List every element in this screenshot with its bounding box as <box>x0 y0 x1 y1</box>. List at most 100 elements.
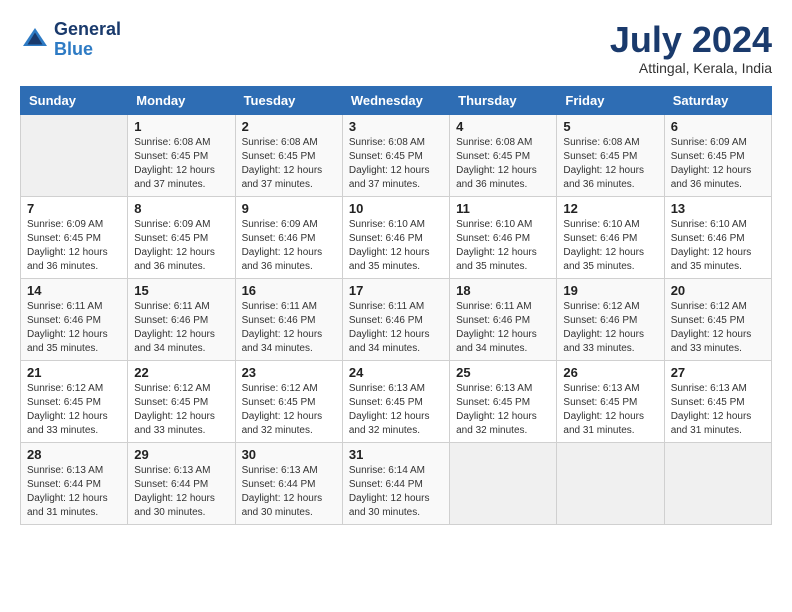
calendar-cell: 29 Sunrise: 6:13 AM Sunset: 6:44 PM Dayli… <box>128 442 235 524</box>
calendar-cell: 28Sunrise: 6:13 AM Sunset: 6:44 PM Dayli… <box>21 442 128 524</box>
day-info: Sunrise: 6:10 AM Sunset: 6:46 PM Dayligh… <box>456 218 550 274</box>
day-number: 17 <box>349 283 443 298</box>
day-number: 14 <box>27 283 121 298</box>
calendar-cell: 30 Sunrise: 6:13 AM Sunset: 6:44 PM Dayli… <box>235 442 342 524</box>
calendar-cell: 26Sunrise: 6:13 AM Sunset: 6:45 PM Dayli… <box>557 360 664 442</box>
day-number: 31 <box>349 447 443 462</box>
calendar-cell <box>664 442 771 524</box>
calendar-cell: 11Sunrise: 6:10 AM Sunset: 6:46 PM Dayli… <box>450 196 557 278</box>
day-info: Sunrise: 6:13 AM Sunset: 6:44 PM Dayligh… <box>134 464 228 520</box>
day-number: 5 <box>563 119 657 134</box>
calendar-cell: 8Sunrise: 6:09 AM Sunset: 6:45 PM Daylig… <box>128 196 235 278</box>
calendar-cell: 24 Sunrise: 6:13 AM Sunset: 6:45 PM Dayli… <box>342 360 449 442</box>
day-info: Sunrise: 6:08 AM Sunset: 6:45 PM Dayligh… <box>134 136 228 192</box>
header-cell-tuesday: Tuesday <box>235 86 342 114</box>
logo-icon <box>20 25 50 55</box>
week-row-0: 1 Sunrise: 6:08 AM Sunset: 6:45 PM Daylig… <box>21 114 772 196</box>
calendar-cell: 13 Sunrise: 6:10 AM Sunset: 6:46 PM Dayli… <box>664 196 771 278</box>
day-info: Sunrise: 6:08 AM Sunset: 6:45 PM Dayligh… <box>242 136 336 192</box>
day-info: Sunrise: 6:12 AM Sunset: 6:45 PM Dayligh… <box>27 382 121 438</box>
logo: General Blue <box>20 20 121 60</box>
day-info: Sunrise: 6:10 AM Sunset: 6:46 PM Dayligh… <box>563 218 657 274</box>
day-number: 12 <box>563 201 657 216</box>
calendar-cell: 4 Sunrise: 6:08 AM Sunset: 6:45 PM Daylig… <box>450 114 557 196</box>
calendar-cell: 31 Sunrise: 6:14 AM Sunset: 6:44 PM Dayli… <box>342 442 449 524</box>
calendar-cell: 17Sunrise: 6:11 AM Sunset: 6:46 PM Dayli… <box>342 278 449 360</box>
day-number: 10 <box>349 201 443 216</box>
day-info: Sunrise: 6:11 AM Sunset: 6:46 PM Dayligh… <box>456 300 550 356</box>
calendar-cell <box>21 114 128 196</box>
day-info: Sunrise: 6:10 AM Sunset: 6:46 PM Dayligh… <box>349 218 443 274</box>
day-number: 20 <box>671 283 765 298</box>
day-info: Sunrise: 6:13 AM Sunset: 6:45 PM Dayligh… <box>456 382 550 438</box>
calendar-cell: 14Sunrise: 6:11 AM Sunset: 6:46 PM Dayli… <box>21 278 128 360</box>
week-row-3: 21 Sunrise: 6:12 AM Sunset: 6:45 PM Dayli… <box>21 360 772 442</box>
day-number: 7 <box>27 201 121 216</box>
header-cell-sunday: Sunday <box>21 86 128 114</box>
day-number: 24 <box>349 365 443 380</box>
day-number: 30 <box>242 447 336 462</box>
week-row-1: 7 Sunrise: 6:09 AM Sunset: 6:45 PM Daylig… <box>21 196 772 278</box>
calendar-cell: 16Sunrise: 6:11 AM Sunset: 6:46 PM Dayli… <box>235 278 342 360</box>
day-number: 4 <box>456 119 550 134</box>
day-info: Sunrise: 6:12 AM Sunset: 6:45 PM Dayligh… <box>134 382 228 438</box>
day-number: 2 <box>242 119 336 134</box>
calendar-cell: 27 Sunrise: 6:13 AM Sunset: 6:45 PM Dayli… <box>664 360 771 442</box>
calendar-cell: 9 Sunrise: 6:09 AM Sunset: 6:46 PM Daylig… <box>235 196 342 278</box>
day-info: Sunrise: 6:08 AM Sunset: 6:45 PM Dayligh… <box>563 136 657 192</box>
calendar-cell: 1 Sunrise: 6:08 AM Sunset: 6:45 PM Daylig… <box>128 114 235 196</box>
day-info: Sunrise: 6:13 AM Sunset: 6:44 PM Dayligh… <box>27 464 121 520</box>
calendar-cell: 18 Sunrise: 6:11 AM Sunset: 6:46 PM Dayli… <box>450 278 557 360</box>
day-number: 27 <box>671 365 765 380</box>
day-info: Sunrise: 6:08 AM Sunset: 6:45 PM Dayligh… <box>456 136 550 192</box>
day-info: Sunrise: 6:09 AM Sunset: 6:45 PM Dayligh… <box>27 218 121 274</box>
day-number: 1 <box>134 119 228 134</box>
header-cell-friday: Friday <box>557 86 664 114</box>
day-info: Sunrise: 6:12 AM Sunset: 6:46 PM Dayligh… <box>563 300 657 356</box>
day-info: Sunrise: 6:09 AM Sunset: 6:45 PM Dayligh… <box>671 136 765 192</box>
day-info: Sunrise: 6:13 AM Sunset: 6:44 PM Dayligh… <box>242 464 336 520</box>
day-number: 23 <box>242 365 336 380</box>
day-number: 6 <box>671 119 765 134</box>
day-info: Sunrise: 6:13 AM Sunset: 6:45 PM Dayligh… <box>349 382 443 438</box>
day-info: Sunrise: 6:13 AM Sunset: 6:45 PM Dayligh… <box>563 382 657 438</box>
day-info: Sunrise: 6:09 AM Sunset: 6:46 PM Dayligh… <box>242 218 336 274</box>
day-info: Sunrise: 6:12 AM Sunset: 6:45 PM Dayligh… <box>671 300 765 356</box>
day-number: 13 <box>671 201 765 216</box>
calendar-cell: 6 Sunrise: 6:09 AM Sunset: 6:45 PM Daylig… <box>664 114 771 196</box>
calendar-cell: 10 Sunrise: 6:10 AM Sunset: 6:46 PM Dayli… <box>342 196 449 278</box>
day-number: 22 <box>134 365 228 380</box>
day-number: 9 <box>242 201 336 216</box>
week-row-2: 14 Sunrise: 6:11 AM Sunset: 6:46 PM Dayli… <box>21 278 772 360</box>
calendar-cell: 20 Sunrise: 6:12 AM Sunset: 6:45 PM Dayli… <box>664 278 771 360</box>
week-row-4: 28Sunrise: 6:13 AM Sunset: 6:44 PM Dayli… <box>21 442 772 524</box>
day-number: 15 <box>134 283 228 298</box>
header-cell-monday: Monday <box>128 86 235 114</box>
day-info: Sunrise: 6:13 AM Sunset: 6:45 PM Dayligh… <box>671 382 765 438</box>
calendar-cell: 7 Sunrise: 6:09 AM Sunset: 6:45 PM Daylig… <box>21 196 128 278</box>
header-cell-thursday: Thursday <box>450 86 557 114</box>
page-header: General Blue July 2024 Attingal, Kerala,… <box>20 20 772 76</box>
day-number: 16 <box>242 283 336 298</box>
calendar-cell: 2 Sunrise: 6:08 AM Sunset: 6:45 PM Daylig… <box>235 114 342 196</box>
day-number: 8 <box>134 201 228 216</box>
day-info: Sunrise: 6:14 AM Sunset: 6:44 PM Dayligh… <box>349 464 443 520</box>
day-number: 29 <box>134 447 228 462</box>
calendar-cell: 21 Sunrise: 6:12 AM Sunset: 6:45 PM Dayli… <box>21 360 128 442</box>
day-number: 18 <box>456 283 550 298</box>
day-info: Sunrise: 6:10 AM Sunset: 6:46 PM Dayligh… <box>671 218 765 274</box>
day-number: 25 <box>456 365 550 380</box>
calendar-table: SundayMondayTuesdayWednesdayThursdayFrid… <box>20 86 772 525</box>
calendar-cell: 3Sunrise: 6:08 AM Sunset: 6:45 PM Daylig… <box>342 114 449 196</box>
calendar-cell: 19 Sunrise: 6:12 AM Sunset: 6:46 PM Dayli… <box>557 278 664 360</box>
day-number: 21 <box>27 365 121 380</box>
header-cell-saturday: Saturday <box>664 86 771 114</box>
calendar-cell: 23Sunrise: 6:12 AM Sunset: 6:45 PM Dayli… <box>235 360 342 442</box>
logo-text: General Blue <box>54 20 121 60</box>
calendar-cell: 12 Sunrise: 6:10 AM Sunset: 6:46 PM Dayli… <box>557 196 664 278</box>
day-info: Sunrise: 6:08 AM Sunset: 6:45 PM Dayligh… <box>349 136 443 192</box>
day-info: Sunrise: 6:11 AM Sunset: 6:46 PM Dayligh… <box>134 300 228 356</box>
calendar-cell: 15 Sunrise: 6:11 AM Sunset: 6:46 PM Dayli… <box>128 278 235 360</box>
day-number: 19 <box>563 283 657 298</box>
calendar-cell <box>557 442 664 524</box>
